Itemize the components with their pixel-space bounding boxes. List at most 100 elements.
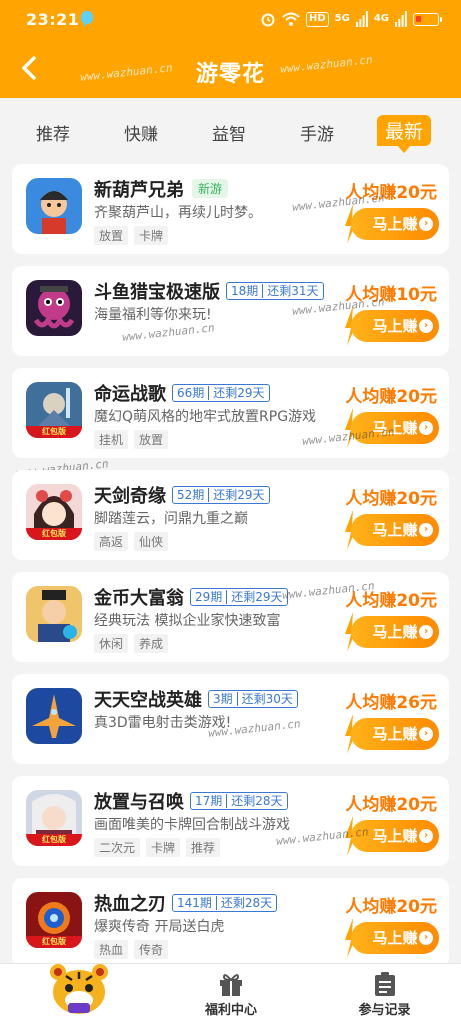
hd-icon: HD <box>305 11 329 27</box>
game-tags: 挂机 放置 <box>94 430 169 449</box>
chevron-right-icon: › <box>419 829 433 843</box>
nav-home[interactable] <box>0 964 154 1024</box>
message-bubble-icon <box>81 11 93 27</box>
page-title: 游零花 <box>195 62 265 87</box>
chevron-right-icon: › <box>419 319 433 333</box>
game-card[interactable]: 红包版 放置与召唤 17期 还剩28天 画面唯美的卡牌回合制战斗游戏 二次元 卡牌 … <box>12 776 449 866</box>
game-card[interactable]: 红包版 热血之刃 141期 还剩28天 爆爽传奇 开局送白虎 热血 传奇 人均赚20… <box>12 878 449 968</box>
gift-icon <box>220 974 242 996</box>
chevron-right-icon: › <box>419 421 433 435</box>
game-description: 爆爽传奇 开局送白虎 <box>94 919 225 935</box>
alarm-icon <box>261 13 275 27</box>
reward-amount: 人均赚20元 <box>345 183 437 203</box>
chevron-right-icon: › <box>419 217 433 231</box>
earn-now-button[interactable]: 马上赚 › <box>351 718 439 750</box>
red-packet-label: 红包版 <box>26 834 82 846</box>
period-badge: 18期 还剩31天 <box>226 282 324 300</box>
game-title: 放置与召唤 17期 还剩28天 <box>94 788 288 814</box>
nav-label: 福利中心 <box>204 1003 257 1018</box>
game-tag: 传奇 <box>134 940 169 959</box>
game-card[interactable]: 红包版 天剑奇缘 52期 还剩29天 脚踏莲云，问鼎九重之巅 高返 仙侠 人均赚20… <box>12 470 449 560</box>
game-tags: 休闲 养成 <box>94 634 169 653</box>
clipboard-icon <box>374 972 395 996</box>
game-card[interactable]: 新葫芦兄弟 新游 齐聚葫芦山，再续儿时梦。 放置 卡牌 人均赚20元 马上赚 › <box>12 164 449 254</box>
knight-icon: 红包版 <box>26 382 82 438</box>
earn-now-button[interactable]: 马上赚 › <box>351 616 439 648</box>
game-description: 海量福利等你来玩! <box>94 307 212 323</box>
tab-mobile-games[interactable]: 手游 <box>300 120 334 145</box>
game-tag: 放置 <box>134 430 169 449</box>
game-description: 脚踏莲云，问鼎九重之巅 <box>94 511 248 527</box>
period-badge: 29期 还剩29天 <box>190 588 288 606</box>
reward-amount: 人均赚26元 <box>345 693 437 713</box>
nav-label: 参与记录 <box>358 1003 411 1018</box>
game-description: 真3D雷电射击类游戏! <box>94 715 232 731</box>
game-tag: 放置 <box>94 226 129 245</box>
app-header: 23:21 HD 5G 4G www.wazhuan.cn 游零花 www.wa… <box>0 0 461 98</box>
period-badge: 66期 还剩29天 <box>172 384 270 402</box>
tab-recommend[interactable]: 推荐 <box>36 120 70 145</box>
game-tag: 休闲 <box>94 634 129 653</box>
red-packet-label: 红包版 <box>26 936 82 948</box>
nav-participation-records[interactable]: 参与记录 <box>308 964 461 1024</box>
tab-newest[interactable]: 最新 <box>377 115 432 153</box>
game-title: 新葫芦兄弟 新游 <box>94 176 229 202</box>
anime-girl-icon: 红包版 <box>26 484 82 540</box>
chevron-right-icon: › <box>419 727 433 741</box>
period-badge: 52期 还剩29天 <box>172 486 270 504</box>
calabash-brother-icon <box>26 178 82 234</box>
game-description: 经典玩法 模拟企业家快速致富 <box>94 613 281 629</box>
chevron-right-icon: › <box>419 931 433 945</box>
game-tag: 挂机 <box>94 430 129 449</box>
game-card[interactable]: 天天空战英雄 3期 还剩30天 真3D雷电射击类游戏! 人均赚26元 马上赚 › <box>12 674 449 764</box>
game-title: 命运战歌 66期 还剩29天 <box>94 380 270 406</box>
status-time: 23:21 <box>26 10 80 29</box>
tab-quick-earn[interactable]: 快赚 <box>124 120 158 145</box>
tab-puzzle[interactable]: 益智 <box>212 120 246 145</box>
reward-amount: 人均赚20元 <box>345 795 437 815</box>
reward-amount: 人均赚20元 <box>345 591 437 611</box>
battery-icon <box>413 12 442 26</box>
category-tabs: 推荐 快赚 益智 手游 最新 <box>0 98 461 162</box>
game-tags: 二次元 卡牌 推荐 <box>94 838 221 857</box>
status-indicators: HD 5G 4G <box>260 11 442 27</box>
game-tag: 二次元 <box>94 838 141 857</box>
reward-amount: 人均赚20元 <box>345 897 437 917</box>
signal-5g-icon: 5G <box>334 13 350 24</box>
earn-now-button[interactable]: 马上赚 › <box>351 208 439 240</box>
earn-now-button[interactable]: 马上赚 › <box>351 514 439 546</box>
tiger-mascot-icon <box>50 964 108 1014</box>
earn-now-button[interactable]: 马上赚 › <box>351 922 439 954</box>
fighter-jet-icon <box>26 688 82 744</box>
fire-orb-icon: 红包版 <box>26 892 82 948</box>
period-badge: 3期 还剩30天 <box>208 690 298 708</box>
game-tag: 卡牌 <box>146 838 181 857</box>
game-tags: 放置 卡牌 <box>94 226 169 245</box>
signal-bars-icon <box>355 11 368 27</box>
game-title: 斗鱼猎宝极速版 18期 还剩31天 <box>94 278 324 304</box>
reward-amount: 人均赚20元 <box>345 489 437 509</box>
red-packet-label: 红包版 <box>26 528 82 540</box>
period-badge: 17期 还剩28天 <box>190 792 288 810</box>
signal-bars-icon <box>395 11 407 27</box>
wifi-icon <box>282 12 300 26</box>
new-badge: 新游 <box>192 179 229 198</box>
bottom-nav: 福利中心 参与记录 <box>0 963 461 1024</box>
earn-now-button[interactable]: 马上赚 › <box>351 310 439 342</box>
signal-4g-icon: 4G <box>373 13 389 24</box>
nav-welfare-center[interactable]: 福利中心 <box>154 964 308 1024</box>
game-tag: 仙侠 <box>134 532 169 551</box>
game-card[interactable]: 斗鱼猎宝极速版 18期 还剩31天 海量福利等你来玩! 人均赚10元 马上赚 › <box>12 266 449 356</box>
summoner-icon: 红包版 <box>26 790 82 846</box>
game-tag: 热血 <box>94 940 129 959</box>
nav-bar: www.wazhuan.cn 游零花 www.wazhuan.cn <box>0 44 461 96</box>
earn-now-button[interactable]: 马上赚 › <box>351 820 439 852</box>
game-card[interactable]: 金币大富翁 29期 还剩29天 经典玩法 模拟企业家快速致富 休闲 养成 人均赚20… <box>12 572 449 662</box>
game-tag: 卡牌 <box>134 226 169 245</box>
game-title: 天天空战英雄 3期 还剩30天 <box>94 686 298 712</box>
game-description: 魔幻Q萌风格的地牢式放置RPG游戏 <box>94 409 317 425</box>
game-card[interactable]: 红包版 命运战歌 66期 还剩29天 魔幻Q萌风格的地牢式放置RPG游戏 挂机 放置… <box>12 368 449 458</box>
octopus-icon <box>26 280 82 336</box>
earn-now-button[interactable]: 马上赚 › <box>351 412 439 444</box>
tycoon-icon <box>26 586 82 642</box>
